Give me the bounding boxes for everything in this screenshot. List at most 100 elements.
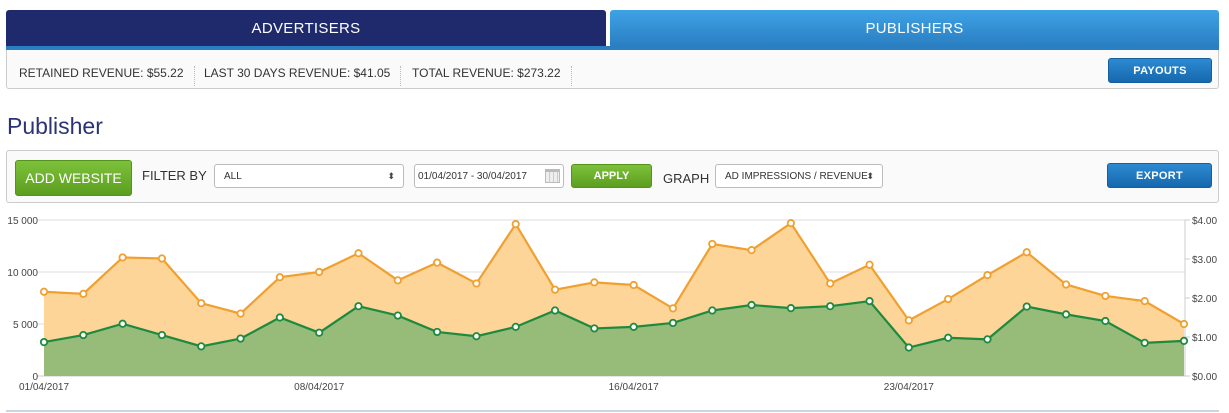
last30-revenue-value: $41.05 (353, 66, 391, 80)
data-point (1101, 291, 1110, 301)
data-point (197, 342, 206, 351)
data-point (786, 219, 795, 228)
data-point (1140, 338, 1149, 347)
data-point (550, 285, 560, 294)
data-point (433, 327, 442, 337)
data-point (354, 249, 363, 258)
filter-select[interactable]: ALL ⬍ (214, 164, 404, 188)
data-point (708, 239, 717, 249)
data-point (944, 333, 953, 342)
data-point (1179, 319, 1189, 329)
data-point (629, 280, 638, 290)
data-point (236, 309, 245, 318)
data-point (393, 311, 402, 320)
data-point (39, 287, 49, 296)
total-revenue-label: TOTAL REVENUE: (412, 66, 514, 80)
x-axis-tick-label: 01/04/2017 (19, 382, 69, 393)
data-point (826, 302, 835, 311)
data-point (1061, 280, 1071, 289)
filter-by-label: FILTER BY (142, 168, 207, 183)
data-point (433, 258, 442, 267)
x-axis-tick-label: 08/04/2017 (294, 382, 344, 393)
x-axis-tick-label: 23/04/2017 (884, 382, 934, 393)
retained-revenue-label: RETAINED REVENUE: (19, 66, 144, 80)
tab-publishers[interactable]: PUBLISHERS (610, 10, 1219, 46)
data-point (39, 337, 49, 347)
data-point (79, 330, 88, 340)
data-point (1022, 302, 1031, 311)
right-axis-tick-label: $0.00 (1192, 372, 1217, 383)
data-point (904, 343, 913, 352)
data-point (904, 316, 913, 325)
data-point (275, 273, 284, 282)
tab-publishers-label: PUBLISHERS (865, 19, 964, 37)
data-point (1101, 316, 1110, 326)
data-point (275, 313, 284, 322)
date-range-input[interactable]: 01/04/2017 - 30/04/2017 (414, 164, 564, 188)
data-point (118, 319, 127, 328)
data-point (1140, 297, 1149, 306)
data-point (1022, 248, 1031, 257)
left-axis-tick-label: 10 000 (7, 268, 38, 279)
data-point (511, 322, 520, 331)
data-point (708, 306, 717, 315)
data-point (472, 332, 481, 341)
data-point (315, 328, 324, 337)
data-point (1061, 310, 1071, 319)
data-point (315, 267, 324, 277)
data-point (354, 302, 363, 311)
tab-advertisers[interactable]: ADVERTISERS (6, 10, 606, 46)
select-arrows-icon: ⬍ (866, 170, 874, 181)
data-point (629, 322, 638, 331)
data-point (550, 306, 560, 315)
data-point (983, 271, 992, 280)
data-point (747, 300, 756, 310)
page-title: Publisher (7, 113, 103, 139)
impressions-revenue-chart: 05 00010 00015 000$0.00$1.00$2.00$3.00$4… (6, 216, 1219, 412)
filter-select-value: ALL (224, 170, 242, 182)
data-point (79, 289, 88, 298)
left-axis-tick-label: 5 000 (13, 320, 38, 331)
data-point (118, 253, 127, 262)
add-website-button[interactable]: ADD WEBSITE (15, 160, 132, 196)
data-point (590, 324, 599, 333)
data-point (157, 330, 167, 340)
graph-label: GRAPH (663, 171, 710, 186)
data-point (511, 220, 520, 229)
data-point (668, 318, 678, 328)
data-point (786, 304, 795, 313)
export-button[interactable]: EXPORT (1107, 163, 1212, 188)
graph-select-value: AD IMPRESSIONS / REVENUE (725, 170, 868, 182)
data-point (590, 278, 599, 287)
data-point (157, 254, 167, 263)
total-revenue: TOTAL REVENUE: $273.22 (402, 66, 572, 86)
select-arrows-icon: ⬍ (387, 170, 395, 181)
data-point (393, 276, 402, 285)
data-point (826, 279, 835, 288)
toolbar: ADD WEBSITE FILTER BY ALL ⬍ 01/04/2017 - … (6, 150, 1219, 203)
retained-revenue: RETAINED REVENUE: $55.22 (9, 66, 195, 86)
data-point (865, 297, 874, 306)
data-point (944, 294, 953, 304)
last30-revenue: LAST 30 DAYS REVENUE: $41.05 (194, 66, 402, 86)
data-point (865, 260, 874, 269)
apply-button[interactable]: APPLY (571, 164, 652, 188)
data-point (983, 335, 992, 344)
date-range-value: 01/04/2017 - 30/04/2017 (418, 170, 527, 182)
x-axis-tick-label: 16/04/2017 (609, 382, 659, 393)
right-axis-tick-label: $3.00 (1192, 255, 1217, 266)
data-point (1179, 336, 1189, 345)
payouts-button[interactable]: PAYOUTS (1108, 58, 1212, 83)
revenue-summary-bar: RETAINED REVENUE: $55.22 LAST 30 DAYS RE… (6, 50, 1219, 89)
data-point (668, 304, 678, 313)
graph-select[interactable]: AD IMPRESSIONS / REVENUE ⬍ (715, 164, 883, 188)
retained-revenue-value: $55.22 (146, 66, 184, 80)
last30-revenue-label: LAST 30 DAYS REVENUE: (204, 66, 351, 80)
left-axis-tick-label: 15 000 (7, 216, 38, 227)
tab-advertisers-label: ADVERTISERS (251, 19, 361, 37)
data-point (747, 246, 756, 255)
calendar-icon[interactable] (545, 169, 560, 183)
right-axis-tick-label: $1.00 (1192, 333, 1217, 344)
right-axis-tick-label: $2.00 (1192, 294, 1217, 305)
right-axis-tick-label: $4.00 (1192, 216, 1217, 227)
